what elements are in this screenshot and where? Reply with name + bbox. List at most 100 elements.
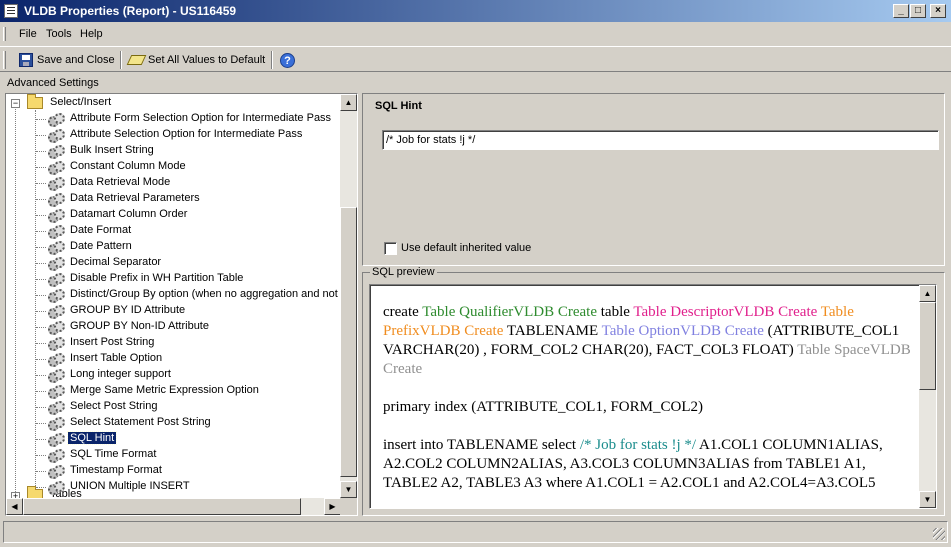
scroll-thumb[interactable] — [919, 302, 936, 390]
gears-icon — [47, 256, 65, 271]
advanced-settings-label: Advanced Settings — [7, 77, 99, 89]
table-option-token: Table OptionVLDB Create — [601, 323, 764, 339]
save-and-close-button[interactable]: Save and Close — [19, 50, 115, 70]
toolbar-grip — [3, 51, 6, 69]
tree-setting-label: SQL Time Format — [70, 448, 157, 460]
sql-preview-group: SQL preview create Table QualifierVLDB C… — [362, 266, 945, 516]
gears-icon — [47, 480, 65, 495]
gears-icon — [47, 352, 65, 367]
set-all-default-label: Set All Values to Default — [148, 54, 266, 66]
tree-setting-label: GROUP BY Non-ID Attribute — [70, 320, 209, 332]
gears-icon — [47, 208, 65, 223]
tree-setting-label: Datamart Column Order — [70, 208, 188, 220]
scroll-down-button[interactable]: ▼ — [340, 481, 357, 498]
tree-setting-label: Disable Prefix in WH Partition Table — [70, 272, 244, 284]
tree-setting-label: Select Post String — [70, 400, 158, 412]
gears-icon — [47, 336, 65, 351]
settings-tree[interactable]: − Select/Insert + Tables Attribute Form … — [5, 93, 358, 516]
preview-vertical-scrollbar[interactable]: ▲ ▼ — [919, 285, 936, 508]
tree-setting-label: Bulk Insert String — [70, 144, 154, 156]
toolbar-separator — [120, 51, 122, 69]
toolbar-separator — [271, 51, 273, 69]
gears-icon — [47, 144, 65, 159]
scroll-right-button[interactable]: ▶ — [324, 498, 341, 515]
gears-icon — [47, 464, 65, 479]
gears-icon — [47, 416, 65, 431]
gears-icon — [47, 400, 65, 415]
tree-content: − Select/Insert + Tables Attribute Form … — [6, 94, 341, 498]
scrollbar-corner — [340, 498, 357, 515]
menu-bar: File Tools Help — [0, 24, 951, 44]
sql-preview-box: create Table QualifierVLDB Create table … — [369, 284, 937, 509]
tree-setting-label: Long integer support — [70, 368, 171, 380]
sql-text: table — [597, 304, 634, 320]
sql-preview-label: SQL preview — [370, 266, 437, 278]
tree-setting-label: Constant Column Mode — [70, 160, 186, 172]
gears-icon — [47, 288, 65, 303]
gears-icon — [47, 240, 65, 255]
scroll-thumb[interactable] — [340, 207, 357, 477]
resize-grip[interactable] — [933, 528, 945, 540]
minimize-button[interactable]: _ — [893, 4, 909, 18]
toolbar: Save and Close Set All Values to Default… — [0, 46, 951, 72]
sql-preview-text: create Table QualifierVLDB Create table … — [383, 303, 913, 508]
sql-hint-input[interactable]: /* Job for stats !j */ — [382, 130, 939, 150]
tree-setting-label: Merge Same Metric Expression Option — [70, 384, 259, 396]
tree-setting-label: UNION Multiple INSERT — [70, 480, 190, 492]
tree-collapse-toggle[interactable]: − — [11, 99, 20, 108]
sql-text: create — [383, 304, 423, 320]
scroll-thumb[interactable] — [23, 498, 301, 515]
gears-icon — [47, 368, 65, 383]
help-button[interactable]: ? — [280, 50, 295, 70]
save-icon — [19, 53, 33, 67]
gears-icon — [47, 384, 65, 399]
tree-setting-label: Distinct/Group By option (when no aggreg… — [70, 288, 341, 300]
menu-help[interactable]: Help — [80, 28, 103, 40]
use-default-label[interactable]: Use default inherited value — [401, 242, 531, 254]
menu-file[interactable]: File — [19, 28, 37, 40]
sql-hint-panel: SQL Hint /* Job for stats !j */ Use defa… — [362, 93, 945, 266]
tree-vertical-scrollbar[interactable]: ▲ ▼ — [340, 94, 357, 498]
menu-grip — [3, 27, 6, 41]
sql-primary-index: primary index (ATTRIBUTE_COL1, FORM_COL2… — [383, 399, 703, 415]
app-icon — [4, 4, 18, 18]
window-title: VLDB Properties (Report) - US116459 — [24, 4, 237, 18]
tree-setting-label: SQL Hint — [66, 431, 118, 445]
title-bar: VLDB Properties (Report) - US116459 _ □ … — [0, 0, 951, 22]
use-default-checkbox[interactable] — [384, 242, 397, 255]
status-bar — [3, 521, 948, 543]
table-qualifier-token: Table QualifierVLDB Create — [422, 304, 597, 320]
tree-setting-label: Data Retrieval Mode — [70, 176, 171, 188]
menu-tools[interactable]: Tools — [46, 28, 72, 40]
gears-icon — [47, 304, 65, 319]
set-all-default-button[interactable]: Set All Values to Default — [126, 50, 266, 70]
save-and-close-label: Save and Close — [37, 54, 115, 66]
sql-text: insert into TABLENAME select — [383, 437, 580, 453]
gears-icon — [47, 432, 65, 447]
gears-icon — [47, 448, 65, 463]
scroll-down-button[interactable]: ▼ — [919, 491, 936, 508]
maximize-button[interactable]: □ — [910, 4, 926, 18]
close-button[interactable]: × — [930, 4, 946, 18]
scroll-up-button[interactable]: ▲ — [919, 285, 936, 302]
gears-icon — [47, 192, 65, 207]
tree-horizontal-scrollbar[interactable]: ◀ ▶ — [6, 498, 341, 515]
tree-setting-label: GROUP BY ID Attribute — [70, 304, 186, 316]
scroll-up-button[interactable]: ▲ — [340, 94, 357, 111]
gears-icon — [47, 224, 65, 239]
sql-create-statement: create Table QualifierVLDB Create table … — [383, 303, 913, 379]
help-icon: ? — [280, 52, 295, 68]
gears-icon — [47, 176, 65, 191]
tree-setting-label: Data Retrieval Parameters — [70, 192, 200, 204]
sql-insert-statement: insert into TABLENAME select /* Job for … — [383, 436, 913, 493]
gears-icon — [47, 112, 65, 127]
sql-hint-title: SQL Hint — [375, 100, 422, 112]
tree-setting-label: Select Statement Post String — [70, 416, 211, 428]
tree-setting-label: Attribute Form Selection Option for Inte… — [70, 112, 332, 124]
eraser-icon — [126, 55, 147, 65]
tree-setting-label: Date Pattern — [70, 240, 132, 252]
sql-text: TABLENAME — [503, 323, 602, 339]
tree-setting-label: Timestamp Format — [70, 464, 162, 476]
folder-icon — [27, 94, 43, 109]
scroll-left-button[interactable]: ◀ — [6, 498, 23, 515]
